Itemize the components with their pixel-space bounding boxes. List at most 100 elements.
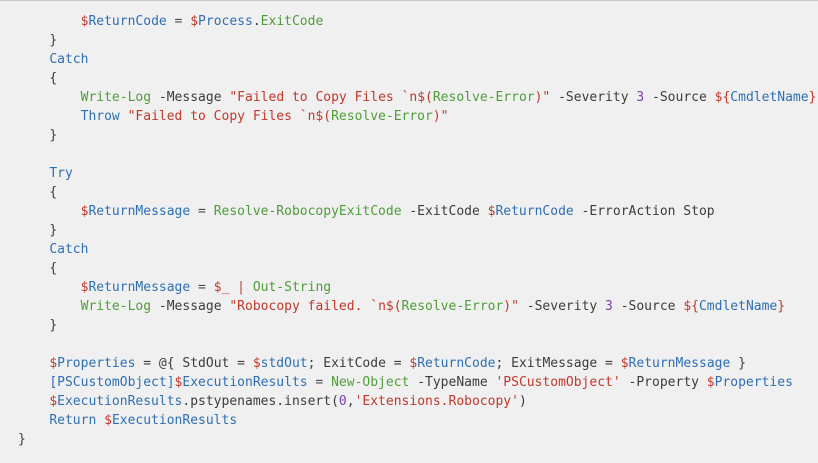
code-token-variable: ${ [683,299,699,314]
code-line[interactable]: } [18,31,818,50]
code-token-operator: = [190,204,214,219]
code-line[interactable]: Try [18,164,818,183]
code-line[interactable]: Catch [18,50,818,69]
code-token-keyword: Try [49,166,73,181]
code-token-default: -Severity [518,299,606,314]
code-token-string: 'Extensions.Robocopy' [354,394,519,409]
code-token-variable-name: ExecutionResults [182,375,308,390]
code-line[interactable]: [PSCustomObject] $ ExecutionResults = New-… [18,373,818,392]
code-token-default: -Source [644,90,715,105]
code-line[interactable]: { [18,259,818,278]
code-token-variable-name: ExecutionResults [111,413,238,428]
code-line[interactable]: } [18,221,818,240]
code-token-string: )" [503,299,519,314]
code-token-default: -Message [151,90,230,105]
code-token-keyword: Return [49,413,97,428]
code-token-operator: = [307,375,332,390]
code-line[interactable] [18,335,818,354]
code-token-variable-name: stdOut [260,356,308,371]
code-token-string: )" [432,109,449,124]
code-token-default: } [49,128,58,143]
code-line[interactable]: } [18,430,818,449]
code-token-default: -Message [151,299,230,314]
code-token-default [120,109,128,124]
code-token-variable-name: Properties [57,356,136,371]
code-token-default: } [730,356,746,371]
code-line[interactable]: $ExecutionResults.pstypenames.insert(0,'… [18,392,818,411]
code-line[interactable]: $Properties = @{ StdOut = $stdOut; ExitC… [18,354,818,373]
code-line[interactable]: $ReturnMessage = $_ | Out-String [18,278,818,297]
code-line[interactable]: $ReturnMessage = Resolve-RobocopyExitCod… [18,202,818,221]
code-token-default: -Severity [550,90,637,105]
code-token-number: 0 [338,394,347,409]
code-line[interactable] [18,145,818,164]
code-token-operator: = [190,280,214,295]
code-editor[interactable]: $ReturnCode = $Process.ExitCode } Catch … [0,0,818,463]
code-line[interactable]: { [18,183,818,202]
code-line[interactable]: Catch [18,240,818,259]
code-line[interactable]: Write-Log -Message "Robocopy failed. `n$… [18,297,818,316]
code-token-default: } [49,223,58,238]
code-token-default: -Source [612,299,684,314]
code-line[interactable]: } [18,316,818,335]
code-token-keyword: Catch [49,52,89,67]
code-line[interactable]: { [18,69,818,88]
code-token-keyword: Catch [49,242,89,257]
code-token-variable-name: ReturnMessage [628,356,731,371]
code-token-variable: } [777,299,786,314]
code-token-string: "Failed to Copy Files `n$( [127,109,332,124]
code-token-function: ExitCode [260,14,324,29]
code-token-variable: $ [706,375,715,390]
code-token-variable: $_ [213,280,230,295]
code-token-function: Resolve-Error [331,109,433,124]
code-token-type: [PSCustomObject] [49,375,175,390]
code-token-function: Write-Log [80,90,152,105]
code-block[interactable]: $ReturnCode = $Process.ExitCode } Catch … [18,12,818,449]
code-token-string: | [229,280,253,295]
code-token-default: ) [518,394,527,409]
code-token-function: Write-Log [80,299,152,314]
code-token-variable: ${ [714,90,731,105]
code-token-string: "Robocopy failed. `n$( [229,299,402,314]
code-line[interactable]: $ReturnCode = $Process.ExitCode [18,12,818,31]
code-token-function: Resolve-Error [401,299,504,314]
code-token-default [96,413,104,428]
code-token-variable-name: ReturnMessage [88,280,191,295]
code-token-default: { [49,185,58,200]
code-token-variable: $ [104,413,112,428]
code-token-variable-name: ReturnCode [495,204,574,219]
code-token-function: Resolve-RobocopyExitCode [213,204,402,219]
code-token-default: -ExitCode [401,204,488,219]
code-line[interactable]: } [18,126,818,145]
code-token-default: ; ExitCode = [307,356,410,371]
code-line[interactable]: Write-Log -Message "Failed to Copy Files… [18,88,818,107]
code-token-variable: } [808,90,817,105]
code-token-variable-name: ReturnCode [417,356,496,371]
code-token-variable-name: ExecutionResults [57,394,183,409]
code-token-default: , [346,394,355,409]
code-token-string: "Failed to Copy Files `n$( [229,90,433,105]
code-token-variable: $ [49,394,58,409]
code-token-string: 'PSCustomObject' [495,375,621,390]
code-token-function: Out-String [252,280,332,295]
code-token-function: New-Object [331,375,410,390]
code-token-variable: $ [252,356,261,371]
code-token-default: } [18,432,26,447]
code-line[interactable]: Return $ExecutionResults [18,411,818,430]
code-token-variable: $ [190,14,199,29]
code-token-default: -Property [620,375,707,390]
code-line[interactable]: Throw "Failed to Copy Files `n$(Resolve-… [18,107,818,126]
